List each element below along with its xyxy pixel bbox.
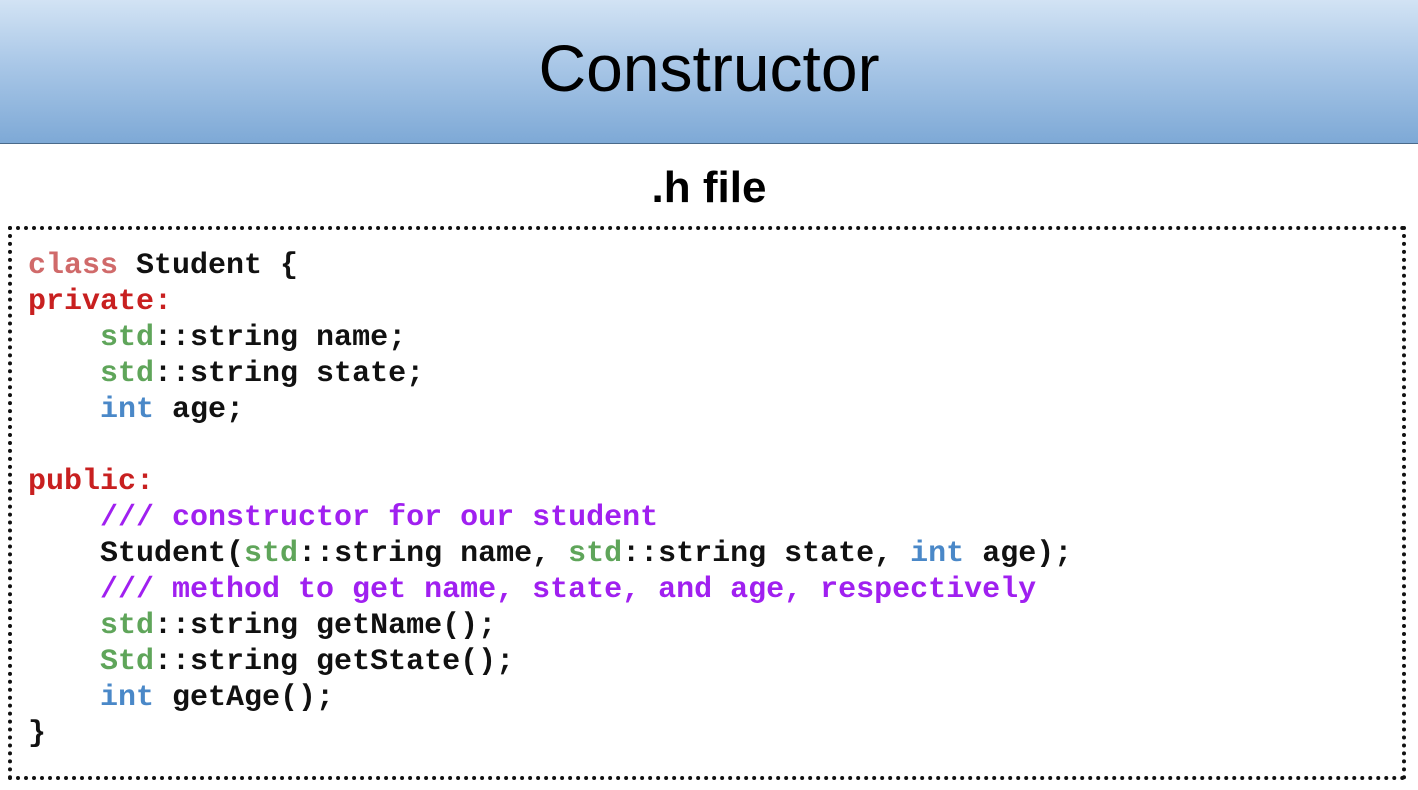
slide-subtitle: .h file: [651, 163, 767, 212]
type-keyword-token: int: [100, 393, 155, 427]
comment-token: /// method to get name, state, and age, …: [100, 573, 1037, 607]
code-line: class Student {: [28, 248, 1072, 284]
code-text-token: ::string state,: [622, 537, 911, 571]
namespace-token: std: [100, 321, 155, 355]
namespace-token: std: [100, 609, 155, 643]
code-text-token: age;: [154, 393, 245, 427]
code-line: }: [28, 716, 1072, 752]
keyword-token: class: [28, 249, 119, 283]
title-bar: Constructor: [0, 0, 1418, 144]
comment-token: /// constructor for our student: [100, 501, 659, 535]
code-text-token: Student {: [118, 249, 299, 283]
code-text-token: ::string name,: [298, 537, 569, 571]
code-text-token: ::string getName();: [154, 609, 497, 643]
code-line: public:: [28, 464, 1072, 500]
namespace-token: Std: [100, 645, 155, 679]
code-text-token: ::string name;: [154, 321, 407, 355]
namespace-token: std: [100, 357, 155, 391]
code-text-token: ::string getState();: [154, 645, 515, 679]
code-text-token: ::string state;: [154, 357, 425, 391]
code-line: std::string state;: [28, 356, 1072, 392]
access-modifier-token: private:: [28, 285, 173, 319]
code-line: Std::string getState();: [28, 644, 1072, 680]
code-line: int age;: [28, 392, 1072, 428]
code-text-token: getAge();: [154, 681, 335, 715]
code-text-token: Student(: [28, 537, 245, 571]
code-line: /// constructor for our student: [28, 500, 1072, 536]
code-text-token: age);: [964, 537, 1073, 571]
code-block: class Student {private: std::string name…: [28, 248, 1072, 752]
code-line: private:: [28, 284, 1072, 320]
code-line: /// method to get name, state, and age, …: [28, 572, 1072, 608]
code-line: int getAge();: [28, 680, 1072, 716]
access-modifier-token: public:: [28, 465, 155, 499]
namespace-token: std: [244, 537, 299, 571]
slide-title: Constructor: [538, 30, 880, 105]
type-keyword-token: int: [100, 681, 155, 715]
code-line: std::string getName();: [28, 608, 1072, 644]
code-line: Student(std::string name, std::string st…: [28, 536, 1072, 572]
code-line: std::string name;: [28, 320, 1072, 356]
code-text-token: }: [28, 717, 47, 751]
namespace-token: std: [568, 537, 623, 571]
type-keyword-token: int: [910, 537, 965, 571]
code-box: class Student {private: std::string name…: [8, 226, 1406, 780]
